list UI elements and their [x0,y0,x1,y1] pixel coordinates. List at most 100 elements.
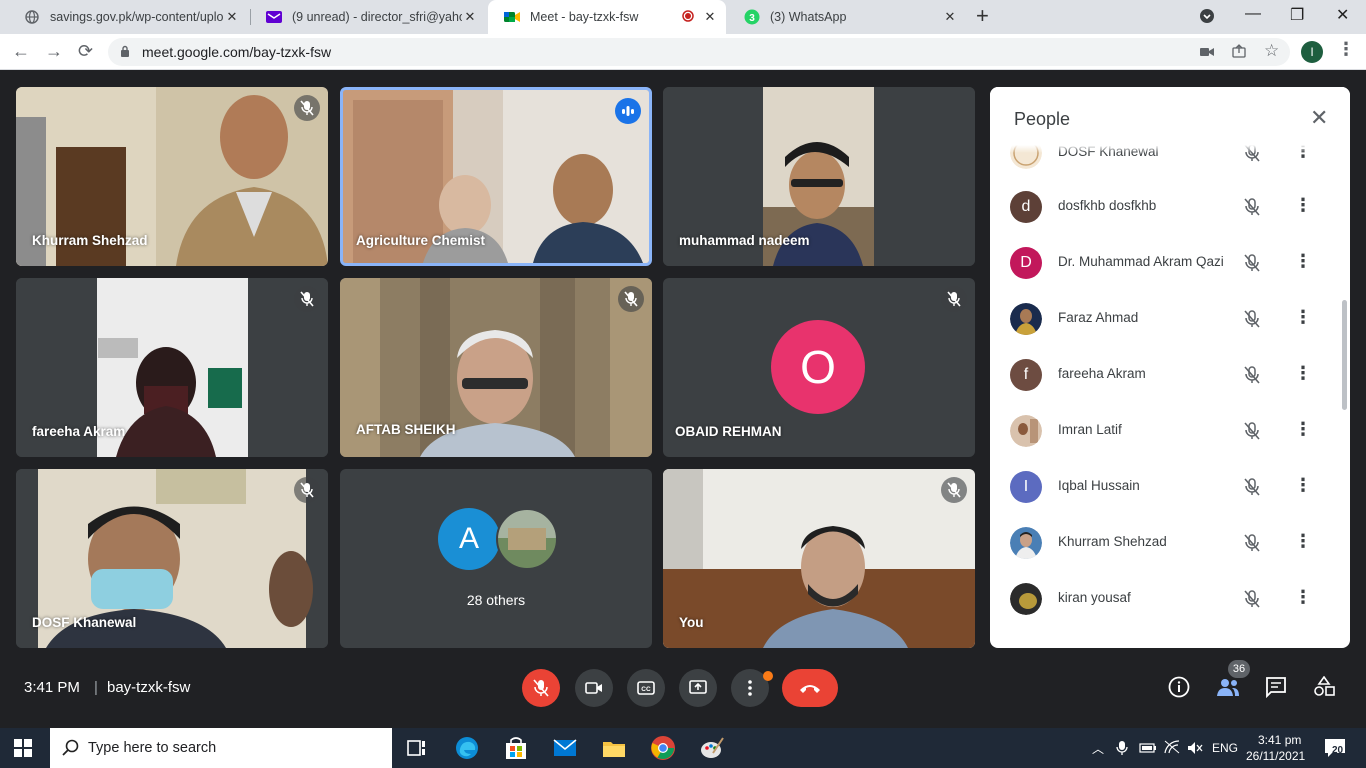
close-tab-icon[interactable]: ✕ [942,9,958,25]
more-options-icon[interactable]: ⋮ [1294,475,1312,495]
show-hidden-icons[interactable]: ︿ [1092,740,1104,757]
file-explorer-icon[interactable] [601,735,627,761]
search-placeholder: Type here to search [88,740,217,756]
participant-row[interactable]: kiran yousaf ⋮ [990,571,1350,627]
paint-app-icon[interactable] [699,735,725,761]
more-options-icon[interactable]: ⋮ [1294,419,1312,439]
browser-tab-savings[interactable]: savings.gov.pk/wp-content/uplo ✕ [8,0,248,34]
panel-fade [990,145,1350,153]
windows-start-icon[interactable] [14,739,32,762]
edge-browser-icon[interactable] [454,735,480,761]
present-screen-button[interactable] [679,669,717,707]
battery-icon[interactable] [1139,743,1157,753]
minimize-window-button[interactable]: — [1245,5,1261,23]
participant-photo-avatar [1010,303,1042,335]
share-icon[interactable] [1232,44,1246,61]
clock-date[interactable]: 26/11/2021 [1246,749,1305,763]
mail-app-icon[interactable] [552,735,578,761]
muted-mic-icon [1244,478,1260,496]
profile-avatar[interactable]: I [1301,41,1323,63]
microphone-tray-icon[interactable] [1116,740,1128,756]
chat-icon[interactable] [1265,676,1287,703]
participant-row[interactable]: Imran Latif ⋮ [990,403,1350,459]
back-button[interactable]: ← [12,42,30,60]
participant-name: fareeha Akram [1058,366,1146,381]
participant-row[interactable]: I Iqbal Hussain ⋮ [990,459,1350,515]
tab-search-icon[interactable] [1199,8,1215,29]
participant-name: You [679,615,704,630]
reload-button[interactable]: ⟳ [78,42,93,60]
muted-mic-icon [1244,366,1260,384]
participant-row[interactable]: f fareeha Akram ⋮ [990,347,1350,403]
participant-name: OBAID REHMAN [675,424,782,439]
video-tile[interactable]: AFTAB SHEIKH [340,278,652,457]
more-options-icon[interactable]: ⋮ [1294,251,1312,271]
mic-off-button[interactable] [522,669,560,707]
video-tile[interactable]: muhammad nadeem [663,87,975,266]
video-tile[interactable]: fareeha Akram [16,278,328,457]
more-options-icon[interactable]: ⋮ [1294,531,1312,551]
more-options-icon[interactable]: ⋮ [1294,307,1312,327]
people-icon[interactable] [1215,676,1241,703]
tab-title: Meet - bay-tzxk-fsw [530,10,639,24]
participant-row[interactable]: d dosfkhb dosfkhb ⋮ [990,179,1350,235]
close-window-button[interactable]: ✕ [1336,5,1349,25]
self-video-tile[interactable]: You [663,469,975,648]
restore-window-button[interactable]: ❐ [1290,5,1304,25]
chrome-browser-icon[interactable] [650,735,676,761]
browser-tab-meet[interactable]: Meet - bay-tzxk-fsw ✕ [488,0,726,34]
more-options-icon[interactable]: ⋮ [1294,587,1312,607]
more-options-icon[interactable]: ⋮ [1294,195,1312,215]
new-tab-button[interactable]: + [976,5,989,27]
microsoft-store-icon[interactable] [503,735,529,761]
video-tile[interactable]: DOSF Khanewal [16,469,328,648]
task-view-icon[interactable] [404,735,430,761]
video-tile-active-speaker[interactable]: Agriculture Chemist [340,87,652,266]
muted-mic-icon [941,286,967,312]
meeting-details-icon[interactable] [1168,676,1190,703]
browser-tab-yahoo-mail[interactable]: (9 unread) - director_sfri@yahoo ✕ [250,0,486,34]
camera-permission-icon[interactable] [1200,44,1214,60]
participant-avatar: d [1010,191,1042,223]
taskbar-search-box[interactable]: Type here to search [50,728,392,768]
whatsapp-icon: 3 [744,9,760,25]
participant-name: AFTAB SHEIKH [356,422,456,437]
input-language[interactable]: ENG [1212,741,1238,755]
clock-time[interactable]: 3:41 pm [1258,733,1301,747]
lock-icon [120,45,132,60]
meeting-code: bay-tzxk-fsw [107,679,191,696]
participant-row[interactable]: Khurram Shehzad ⋮ [990,515,1350,571]
browser-menu-icon[interactable]: ⋮ [1337,39,1355,60]
others-tile[interactable]: A 28 others [340,469,652,648]
captions-button[interactable]: CC [627,669,665,707]
close-tab-icon[interactable]: ✕ [224,9,240,25]
video-tile[interactable]: Khurram Shehzad [16,87,328,266]
muted-mic-icon [1244,254,1260,272]
close-tab-icon[interactable]: ✕ [462,9,478,25]
info-separator: | [94,679,98,696]
video-tile[interactable]: O OBAID REHMAN [663,278,975,457]
participant-name: kiran yousaf [1058,590,1131,605]
more-options-icon[interactable]: ⋮ [1294,363,1312,383]
muted-mic-icon [1244,198,1260,216]
close-panel-icon[interactable]: ✕ [1310,105,1328,131]
svg-text:3: 3 [749,13,755,24]
camera-button[interactable] [575,669,613,707]
close-tab-icon[interactable]: ✕ [702,9,718,25]
leave-call-button[interactable] [782,669,838,707]
muted-mic-icon [1244,534,1260,552]
activities-icon[interactable] [1313,675,1335,703]
forward-button[interactable]: → [45,42,63,60]
meeting-time: 3:41 PM [24,679,80,696]
others-count-label: 28 others [466,592,526,608]
network-icon[interactable] [1164,740,1180,754]
search-icon [62,739,79,756]
participant-row[interactable]: D Dr. Muhammad Akram Qazi ⋮ [990,235,1350,291]
people-panel-scrollbar[interactable] [1342,300,1347,410]
volume-muted-icon[interactable] [1187,741,1203,755]
svg-text:CC: CC [641,686,651,693]
participant-row[interactable]: Faraz Ahmad ⋮ [990,291,1350,347]
browser-tab-whatsapp[interactable]: 3 (3) WhatsApp ✕ [728,0,966,34]
bookmark-star-icon[interactable]: ☆ [1264,41,1279,61]
address-bar[interactable]: meet.google.com/bay-tzxk-fsw [108,38,1290,66]
